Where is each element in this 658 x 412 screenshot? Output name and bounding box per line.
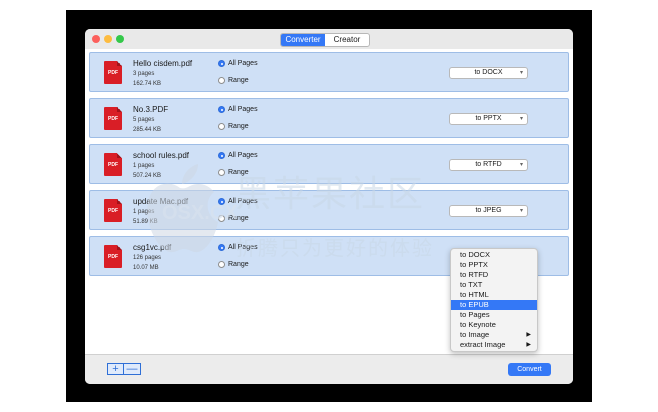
menu-item-rtfd[interactable]: to RTFD xyxy=(451,270,537,280)
output-format-select[interactable]: to DOCX ▾ xyxy=(449,67,528,79)
file-size: 507.24 KB xyxy=(133,173,162,179)
range-option[interactable]: Range xyxy=(218,77,249,84)
menu-item-epub[interactable]: to EPUB xyxy=(451,300,537,310)
menu-item-keynote[interactable]: to Keynote xyxy=(451,320,537,330)
range-option[interactable]: Range xyxy=(218,215,249,222)
chevron-updown-icon: ▾ xyxy=(519,116,523,122)
file-size: 162.74 KB xyxy=(133,81,162,87)
title-bar: Converter Creator xyxy=(85,29,573,49)
file-name: csg1vc.pdf xyxy=(133,243,172,252)
output-format-select[interactable]: to RTFD ▾ xyxy=(449,159,528,171)
radio-button[interactable] xyxy=(218,169,225,176)
file-size: 285.44 KB xyxy=(133,127,162,133)
all-pages-option[interactable]: All Pages xyxy=(218,60,258,67)
add-remove-group: + — xyxy=(107,363,141,375)
pdf-file-icon: PDF xyxy=(104,107,122,130)
file-page-count: 1 pages xyxy=(133,163,155,169)
all-pages-option[interactable]: All Pages xyxy=(218,198,258,205)
output-format-select[interactable]: to PPTX ▾ xyxy=(449,113,528,125)
pdf-file-icon: PDF xyxy=(104,245,122,268)
pdf-file-icon: PDF xyxy=(104,199,122,222)
add-file-button[interactable]: + xyxy=(107,363,124,375)
radio-button-selected[interactable] xyxy=(218,244,225,251)
chevron-updown-icon: ▾ xyxy=(519,70,523,76)
range-option[interactable]: Range xyxy=(218,261,249,268)
pdf-file-icon: PDF xyxy=(104,153,122,176)
menu-item-image[interactable]: to Image ▶ xyxy=(451,330,537,340)
file-name: school rules.pdf xyxy=(133,151,190,160)
radio-button-selected[interactable] xyxy=(218,60,225,67)
radio-button[interactable] xyxy=(218,261,225,268)
radio-button-selected[interactable] xyxy=(218,152,225,159)
tab-creator[interactable]: Creator xyxy=(325,34,369,46)
menu-item-pptx[interactable]: to PPTX xyxy=(451,260,537,270)
file-size: 10.07 MB xyxy=(133,265,159,271)
convert-button[interactable]: Convert xyxy=(508,363,551,376)
mode-segmented-control: Converter Creator xyxy=(280,33,370,47)
menu-item-pages[interactable]: to Pages xyxy=(451,310,537,320)
file-row[interactable]: PDF school rules.pdf 1 pages 507.24 KB A… xyxy=(89,144,569,184)
all-pages-option[interactable]: All Pages xyxy=(218,106,258,113)
all-pages-option[interactable]: All Pages xyxy=(218,244,258,251)
zoom-window-button[interactable] xyxy=(116,35,124,43)
output-format-select[interactable]: to JPEG ▾ xyxy=(449,205,528,217)
file-row[interactable]: PDF Hello cisdem.pdf 3 pages 162.74 KB A… xyxy=(89,52,569,92)
menu-item-docx[interactable]: to DOCX xyxy=(451,250,537,260)
file-name: Hello cisdem.pdf xyxy=(133,59,193,68)
file-page-count: 1 pages xyxy=(133,209,155,215)
all-pages-option[interactable]: All Pages xyxy=(218,152,258,159)
menu-item-txt[interactable]: to TXT xyxy=(451,280,537,290)
radio-button[interactable] xyxy=(218,215,225,222)
minimize-window-button[interactable] xyxy=(104,35,112,43)
remove-file-button[interactable]: — xyxy=(124,363,141,375)
chevron-updown-icon: ▾ xyxy=(519,208,523,214)
file-row[interactable]: PDF No.3.PDF 5 pages 285.44 KB All Pages… xyxy=(89,98,569,138)
tab-converter[interactable]: Converter xyxy=(281,34,325,46)
submenu-arrow-icon: ▶ xyxy=(526,332,531,338)
file-row[interactable]: PDF update Mac.pdf 1 pages 51.89 KB All … xyxy=(89,190,569,230)
file-page-count: 126 pages xyxy=(133,255,162,261)
range-option[interactable]: Range xyxy=(218,123,249,130)
file-page-count: 3 pages xyxy=(133,71,155,77)
close-window-button[interactable] xyxy=(92,35,100,43)
menu-item-html[interactable]: to HTML xyxy=(451,290,537,300)
file-size: 51.89 KB xyxy=(133,219,158,225)
bottom-toolbar: + — Convert xyxy=(85,354,573,384)
menu-item-extract-image[interactable]: extract Image ▶ xyxy=(451,340,537,350)
chevron-updown-icon: ▾ xyxy=(519,162,523,168)
pdf-file-icon: PDF xyxy=(104,61,122,84)
file-page-count: 5 pages xyxy=(133,117,155,123)
submenu-arrow-icon: ▶ xyxy=(526,342,531,348)
radio-button[interactable] xyxy=(218,123,225,130)
radio-button-selected[interactable] xyxy=(218,106,225,113)
radio-button[interactable] xyxy=(218,77,225,84)
radio-button-selected[interactable] xyxy=(218,198,225,205)
file-name: update Mac.pdf xyxy=(133,197,189,206)
range-option[interactable]: Range xyxy=(218,169,249,176)
format-dropdown-menu: to DOCX to PPTX to RTFD to TXT to HTML t… xyxy=(450,248,538,352)
file-name: No.3.PDF xyxy=(133,105,169,114)
